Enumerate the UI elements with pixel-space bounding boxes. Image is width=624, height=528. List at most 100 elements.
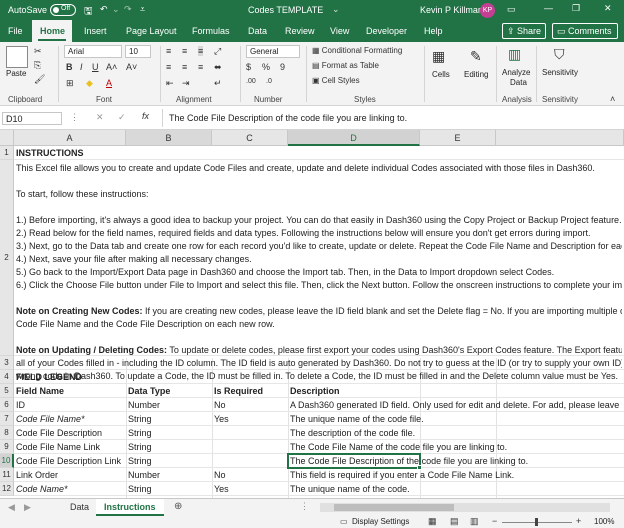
cell-a10[interactable]: Code File Description Link [16, 455, 121, 468]
row-header-1[interactable]: 1 [0, 146, 14, 160]
cell-d5[interactable]: Description [290, 385, 340, 398]
cell-a8[interactable]: Code File Description [16, 427, 102, 440]
font-size-select[interactable]: 10 [125, 45, 151, 58]
editing-icon[interactable]: ✎ [470, 48, 482, 65]
align-right-icon[interactable]: ≡ [198, 62, 203, 72]
ribbon-display-icon[interactable]: ▭ [507, 4, 516, 15]
sensitivity-button[interactable]: Sensitivity [542, 68, 578, 77]
font-color-icon[interactable]: A [106, 78, 112, 88]
comments-button[interactable]: ▭ Comments [552, 23, 618, 39]
cell-b10[interactable]: String [128, 455, 152, 468]
name-box[interactable]: D10 [2, 112, 62, 125]
font-name-select[interactable]: Arial [64, 45, 122, 58]
cancel-icon[interactable]: ✕ [96, 112, 104, 123]
tab-file[interactable]: File [8, 26, 23, 36]
tab-formulas[interactable]: Formulas [192, 26, 230, 36]
row-header-3[interactable]: 3 [0, 356, 14, 370]
column-header-f[interactable] [496, 130, 624, 146]
collapse-ribbon-icon[interactable]: ˄ [610, 94, 615, 104]
redo-icon[interactable]: ↷ [124, 4, 132, 15]
sheet-tab-instructions[interactable]: Instructions [96, 499, 164, 516]
horizontal-scrollbar[interactable] [320, 503, 610, 512]
decrease-font-icon[interactable]: A˅ [126, 62, 137, 72]
autosave-toggle[interactable]: Off [50, 4, 76, 16]
tab-review[interactable]: Review [285, 26, 315, 36]
row-header-6[interactable]: 6 [0, 398, 14, 412]
middle-align-icon[interactable]: ≡ [182, 46, 187, 56]
scrollbar-thumb[interactable] [334, 504, 454, 511]
sensitivity-icon[interactable]: ⛉ [554, 46, 565, 63]
italic-icon[interactable]: I [80, 62, 83, 72]
scroll-tabs-right-icon[interactable]: ▶ [24, 502, 31, 513]
cell-d12[interactable]: The unique name of the code. [290, 483, 410, 496]
zoom-out-icon[interactable]: − [492, 516, 497, 526]
row-header-5[interactable]: 5 [0, 384, 14, 398]
page-layout-view-icon[interactable]: ▤ [450, 516, 459, 527]
tab-developer[interactable]: Developer [366, 26, 407, 36]
cell-a2-instructions[interactable]: This Excel file allows you to create and… [16, 162, 622, 383]
cell-b11[interactable]: Number [128, 469, 160, 482]
row-header-12[interactable]: 12 [0, 482, 14, 496]
sheet-tab-data[interactable]: Data [62, 499, 97, 516]
cell-a7[interactable]: Code File Name* [16, 413, 85, 426]
column-header-e[interactable]: E [420, 130, 496, 146]
cell-d6[interactable]: A Dash360 generated ID field. Only used … [290, 399, 622, 412]
row-header-2[interactable]: 2 [0, 160, 14, 356]
cell-b7[interactable]: String [128, 413, 152, 426]
top-align-icon[interactable]: ≡ [166, 46, 171, 56]
display-settings-button[interactable]: Display Settings [352, 517, 409, 526]
tab-home[interactable]: Home [40, 26, 65, 36]
underline-icon[interactable]: U [92, 62, 99, 72]
paste-button[interactable]: Paste [6, 69, 26, 78]
avatar[interactable]: KP [480, 3, 495, 18]
zoom-level[interactable]: 100% [594, 517, 614, 526]
cell-a11[interactable]: Link Order [16, 469, 58, 482]
number-format-select[interactable]: General [246, 45, 300, 58]
increase-font-icon[interactable]: A˄ [106, 62, 117, 72]
cell-d10[interactable]: The Code File Description of the code fi… [290, 455, 528, 468]
customize-toolbar-icon[interactable]: ⩡ [140, 4, 145, 15]
cell-b5[interactable]: Data Type [128, 385, 170, 398]
maximize-icon[interactable]: ❐ [572, 3, 580, 14]
title-dropdown-icon[interactable]: ⌄ [332, 4, 340, 15]
paste-icon[interactable] [6, 46, 28, 68]
fill-color-icon[interactable]: ◆ [86, 78, 93, 89]
cell-c7[interactable]: Yes [214, 413, 229, 426]
tab-help[interactable]: Help [424, 26, 443, 36]
cell-c11[interactable]: No [214, 469, 226, 482]
column-header-d[interactable]: D [288, 130, 420, 146]
format-painter-icon[interactable]: 🖌 [34, 74, 45, 85]
add-sheet-icon[interactable]: ⊕ [174, 501, 182, 512]
column-header-b[interactable]: B [126, 130, 212, 146]
minimize-icon[interactable]: — [544, 3, 553, 13]
display-settings-icon[interactable]: ▭ [340, 517, 348, 526]
bottom-align-icon[interactable]: ≡ [198, 46, 204, 56]
cell-b8[interactable]: String [128, 427, 152, 440]
orientation-icon[interactable]: ⤢ [214, 46, 221, 57]
tab-data[interactable]: Data [248, 26, 267, 36]
tab-page-layout[interactable]: Page Layout [126, 26, 177, 36]
analyze-data-icon[interactable]: ▥ [508, 46, 521, 63]
cell-c6[interactable]: No [214, 399, 226, 412]
column-header-a[interactable]: A [14, 130, 126, 146]
copy-icon[interactable]: ⎘ [34, 60, 41, 71]
cell-c12[interactable]: Yes [214, 483, 229, 496]
close-icon[interactable]: ✕ [604, 3, 612, 14]
cells-icon[interactable]: ▦ [432, 48, 445, 65]
cell-a4[interactable]: FIELD LEGEND [16, 371, 82, 384]
row-header-7[interactable]: 7 [0, 412, 14, 426]
zoom-slider-thumb[interactable] [535, 518, 538, 526]
cells-button[interactable]: Cells [432, 70, 450, 79]
bold-icon[interactable]: B [66, 62, 73, 72]
increase-indent-icon[interactable]: ⇥ [182, 78, 190, 89]
borders-icon[interactable]: ⊞ [66, 78, 74, 89]
row-header-11[interactable]: 11 [0, 468, 14, 482]
increase-decimal-icon[interactable]: .00 [246, 78, 256, 85]
align-left-icon[interactable]: ≡ [166, 62, 171, 72]
insert-function-icon[interactable]: fx [142, 111, 149, 121]
analyze-data-button[interactable]: Analyze [502, 68, 530, 77]
normal-view-icon[interactable]: ▦ [428, 516, 437, 527]
cell-c5[interactable]: Is Required [214, 385, 263, 398]
cut-icon[interactable]: ✂ [34, 46, 42, 57]
currency-icon[interactable]: $ [246, 62, 251, 72]
